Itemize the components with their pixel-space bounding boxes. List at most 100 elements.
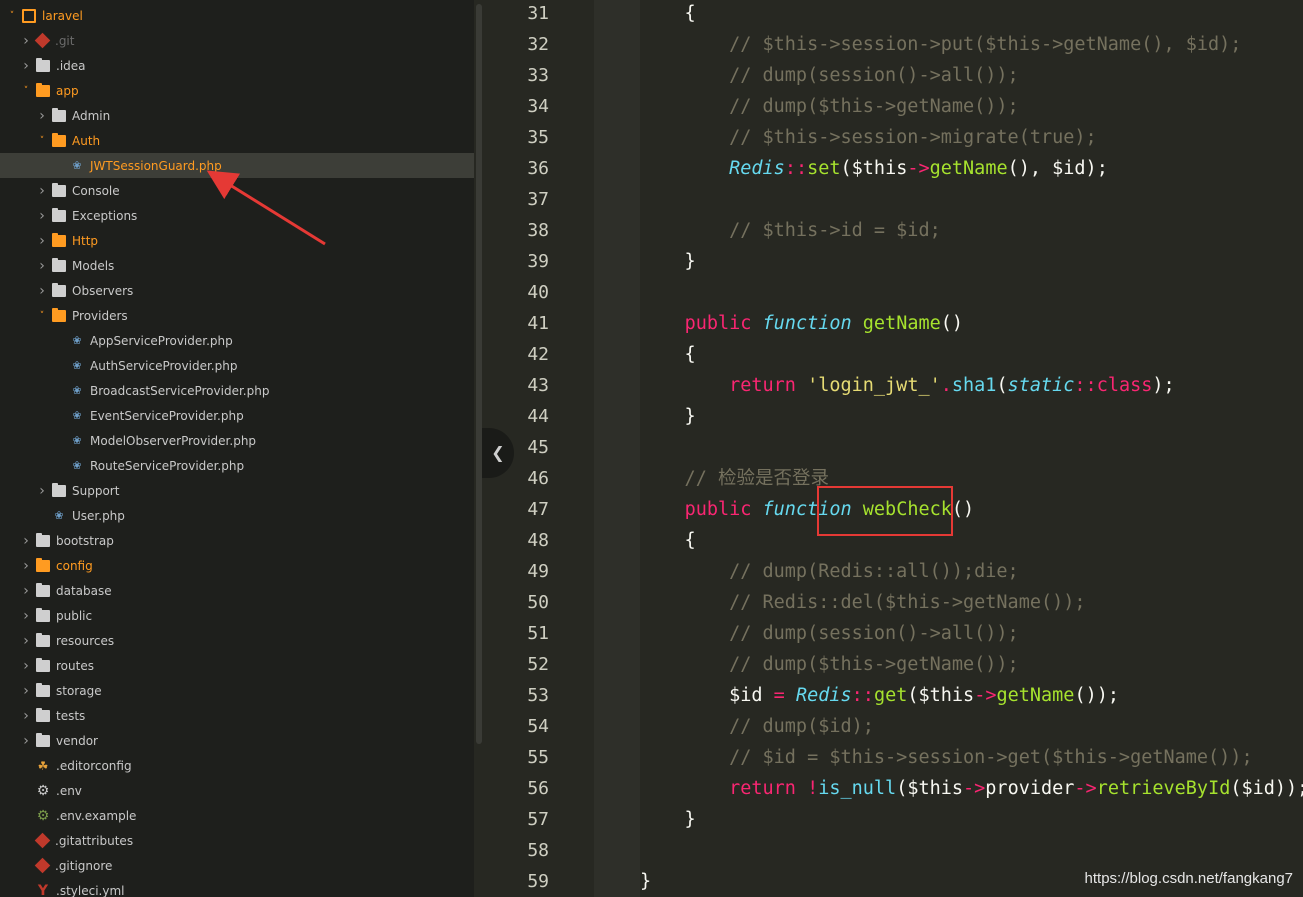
chevron-right-icon[interactable]: › xyxy=(36,208,48,224)
folder-icon xyxy=(36,657,50,672)
chevron-right-icon[interactable]: › xyxy=(20,608,32,624)
code-token: . xyxy=(940,375,952,396)
chevron-right-icon[interactable]: › xyxy=(20,683,32,699)
tree-item[interactable]: ⚙ .env xyxy=(0,778,474,803)
code-line[interactable]: { xyxy=(640,339,696,370)
chevron-right-icon[interactable]: › xyxy=(20,658,32,674)
tree-item[interactable]: ❀ ModelObserverProvider.php xyxy=(0,428,474,453)
code-line[interactable]: // dump($this->getName()); xyxy=(640,649,1019,680)
code-token: Redis xyxy=(729,158,785,179)
sidebar-scrollbar[interactable] xyxy=(476,4,482,744)
tree-item[interactable]: › storage xyxy=(0,678,474,703)
chevron-right-icon[interactable]: › xyxy=(20,533,32,549)
code-line[interactable]: return 'login_jwt_'.sha1(static::class); xyxy=(640,370,1175,401)
code-line[interactable]: return !is_null($this->provider->retriev… xyxy=(640,773,1303,804)
folder-icon xyxy=(52,257,66,272)
code-line[interactable]: } xyxy=(640,246,696,277)
code-line[interactable]: // dump(session()->all()); xyxy=(640,618,1019,649)
tree-item[interactable]: ❀ RouteServiceProvider.php xyxy=(0,453,474,478)
tree-item[interactable]: ❀ JWTSessionGuard.php xyxy=(0,153,474,178)
tree-item[interactable]: › Http xyxy=(0,228,474,253)
tree-item[interactable]: Y .styleci.yml xyxy=(0,878,474,897)
tree-item[interactable]: › Models xyxy=(0,253,474,278)
tree-item[interactable]: ⚙ .env.example xyxy=(0,803,474,828)
tree-item[interactable]: ❀ EventServiceProvider.php xyxy=(0,403,474,428)
tree-item[interactable]: ˅ Auth xyxy=(0,128,474,153)
code-line[interactable]: // $id = $this->session->get($this->getN… xyxy=(640,742,1253,773)
chevron-down-icon[interactable]: ˅ xyxy=(36,136,48,146)
code-line[interactable]: // $this->session->put($this->getName(),… xyxy=(640,29,1241,60)
tree-item-label: bootstrap xyxy=(56,533,114,548)
chevron-right-icon[interactable]: › xyxy=(36,483,48,499)
code-line[interactable]: // $this->id = $id; xyxy=(640,215,941,246)
line-number: 58 xyxy=(527,840,549,861)
tree-item[interactable]: › tests xyxy=(0,703,474,728)
chevron-right-icon[interactable]: › xyxy=(36,108,48,124)
code-line[interactable]: // dump($this->getName()); xyxy=(640,91,1019,122)
tree-item[interactable]: › .git xyxy=(0,28,474,53)
chevron-right-icon[interactable]: › xyxy=(20,583,32,599)
line-number: 50 xyxy=(527,592,549,613)
chevron-right-icon[interactable]: › xyxy=(36,233,48,249)
tree-item[interactable]: .gitattributes xyxy=(0,828,474,853)
chevron-right-icon[interactable]: › xyxy=(36,183,48,199)
highlight-annotation-box xyxy=(817,486,953,536)
tree-item[interactable]: › bootstrap xyxy=(0,528,474,553)
tree-item[interactable]: › config xyxy=(0,553,474,578)
code-line[interactable]: } xyxy=(640,401,696,432)
chevron-down-icon[interactable]: ˅ xyxy=(36,311,48,321)
code-line[interactable]: $id = Redis::get($this->getName()); xyxy=(640,680,1119,711)
chevron-down-icon[interactable]: ˅ xyxy=(6,11,18,21)
tree-item-label: Models xyxy=(72,258,115,273)
code-line[interactable]: public function getName() xyxy=(640,308,963,339)
tree-item[interactable]: ❀ User.php xyxy=(0,503,474,528)
code-line[interactable]: // Redis::del($this->getName()); xyxy=(640,587,1085,618)
tree-item[interactable]: .gitignore xyxy=(0,853,474,878)
code-token: ($this xyxy=(907,685,975,706)
tree-item-label: app xyxy=(56,83,79,98)
tree-item[interactable]: ˅ laravel xyxy=(0,3,474,28)
tree-item[interactable]: › Support xyxy=(0,478,474,503)
chevron-right-icon[interactable]: › xyxy=(20,708,32,724)
chevron-down-icon[interactable]: ˅ xyxy=(20,86,32,96)
code-line[interactable]: { xyxy=(640,0,696,29)
chevron-right-icon[interactable]: › xyxy=(36,258,48,274)
chevron-right-icon[interactable]: › xyxy=(20,633,32,649)
chevron-right-icon[interactable]: › xyxy=(20,733,32,749)
tree-item[interactable]: › Exceptions xyxy=(0,203,474,228)
code-line[interactable]: // dump($id); xyxy=(640,711,874,742)
tree-item[interactable]: › Admin xyxy=(0,103,474,128)
tree-item[interactable]: › Console xyxy=(0,178,474,203)
code-line[interactable]: // 检验是否登录 xyxy=(640,463,829,494)
code-line[interactable]: // dump(Redis::all());die; xyxy=(640,556,1019,587)
code-editor[interactable]: 31 32 33 34 35 36 37 38 39 40 41 42 43 44 45 46 47 48 49 50… xyxy=(488,0,1303,897)
code-line[interactable]: // dump(session()->all()); xyxy=(640,60,1019,91)
tree-item[interactable]: ˅ app xyxy=(0,78,474,103)
tree-item[interactable]: ˅ Providers xyxy=(0,303,474,328)
tree-item[interactable]: › .idea xyxy=(0,53,474,78)
code-line[interactable]: } xyxy=(640,804,696,835)
chevron-right-icon[interactable]: › xyxy=(36,283,48,299)
tree-item[interactable]: › public xyxy=(0,603,474,628)
tree-item[interactable]: › vendor xyxy=(0,728,474,753)
tree-item[interactable]: ❀ BroadcastServiceProvider.php xyxy=(0,378,474,403)
tree-item[interactable]: › routes xyxy=(0,653,474,678)
code-line[interactable]: Redis::set($this->getName(), $id); xyxy=(640,153,1108,184)
code-line[interactable]: } xyxy=(640,866,651,897)
tree-item[interactable]: › database xyxy=(0,578,474,603)
chevron-right-icon[interactable]: › xyxy=(20,33,32,49)
tree-item[interactable]: ☘ .editorconfig xyxy=(0,753,474,778)
folder-icon xyxy=(52,282,66,297)
tree-item[interactable]: ❀ AuthServiceProvider.php xyxy=(0,353,474,378)
tree-item[interactable]: › Observers xyxy=(0,278,474,303)
chevron-right-icon[interactable]: › xyxy=(20,58,32,74)
code-line[interactable]: { xyxy=(640,525,696,556)
chevron-right-icon[interactable]: › xyxy=(20,558,32,574)
tree-item[interactable]: ❀ AppServiceProvider.php xyxy=(0,328,474,353)
code-token: sha1 xyxy=(951,375,997,396)
tree-item[interactable]: › resources xyxy=(0,628,474,653)
code-line[interactable]: // $this->session->migrate(true); xyxy=(640,122,1097,153)
